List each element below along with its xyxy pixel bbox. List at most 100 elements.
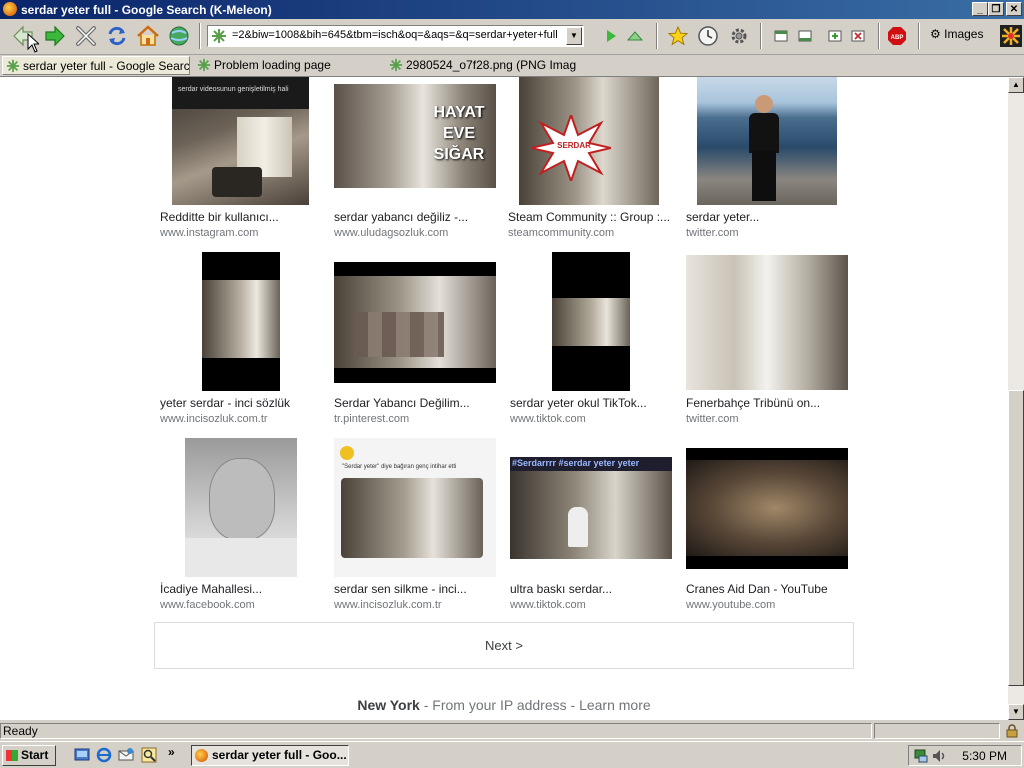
preferences-button[interactable] xyxy=(726,23,752,49)
scroll-up-arrow[interactable]: ▲ xyxy=(1008,77,1024,93)
window-prev-icon xyxy=(774,30,788,42)
scroll-down-arrow[interactable]: ▼ xyxy=(1008,704,1024,720)
close-button[interactable]: ✕ xyxy=(1006,2,1022,16)
url-text[interactable]: =2&biw=1008&bih=645&tbm=isch&oq=&aqs=&q=… xyxy=(232,29,562,41)
images-toggle-button[interactable]: ⚙ Images xyxy=(930,27,983,41)
result-source[interactable]: tr.pinterest.com xyxy=(334,413,409,425)
result-caption[interactable]: serdar sen silkme - inci... xyxy=(334,582,467,596)
bookmarks-button[interactable] xyxy=(665,23,691,49)
result-thumbnail[interactable] xyxy=(686,448,848,569)
url-dropdown-button[interactable]: ▼ xyxy=(566,27,582,45)
go-button[interactable] xyxy=(166,23,192,49)
scroll-up-button[interactable] xyxy=(622,23,648,49)
forward-button[interactable] xyxy=(42,23,68,49)
go-arrow-button[interactable] xyxy=(598,23,624,49)
kmeleon-throbber xyxy=(997,23,1024,49)
result-source[interactable]: www.incisozluk.com.tr xyxy=(334,599,442,611)
taskbar-item-kmeleon[interactable]: serdar yeter full - Goo... xyxy=(191,745,349,766)
clock-icon xyxy=(698,26,718,46)
result-source[interactable]: twitter.com xyxy=(686,413,739,425)
result-caption[interactable]: serdar yabancı değiliz -... xyxy=(334,210,468,224)
outlook-express-icon[interactable] xyxy=(118,747,134,763)
adblock-button[interactable]: ABP xyxy=(884,23,910,49)
tray-clock[interactable]: 5:30 PM xyxy=(962,749,1007,763)
volume-tray-icon[interactable] xyxy=(931,748,947,764)
result-caption[interactable]: serdar yeter okul TikTok... xyxy=(510,396,647,410)
home-button[interactable] xyxy=(135,23,161,49)
tab-google-search[interactable]: serdar yeter full - Google Search xyxy=(2,56,190,75)
reload-button[interactable] xyxy=(104,23,130,49)
result-thumbnail[interactable]: "Serdar yeter" diye bağıran genç intihar… xyxy=(334,438,496,577)
scrollbar-thumb[interactable] xyxy=(1008,390,1024,686)
result-caption[interactable]: Fenerbahçe Tribünü on... xyxy=(686,396,820,410)
thumbnail-overlay-text: "Serdar yeter" diye bağıran genç intihar… xyxy=(342,464,457,470)
result-thumbnail[interactable] xyxy=(334,262,496,383)
result-caption[interactable]: İcadiye Mahallesi... xyxy=(160,582,262,596)
result-thumbnail[interactable]: serdar videosunun genişletilmiş hali xyxy=(172,77,309,205)
result-source[interactable]: www.instagram.com xyxy=(160,227,258,239)
window-next-icon xyxy=(798,30,812,42)
thumbnail-overlay-text: #Serdarrrr #serdar yeter yeter xyxy=(512,458,640,468)
vertical-scrollbar[interactable]: ▲ ▼ xyxy=(1008,77,1024,720)
restore-button[interactable]: ❐ xyxy=(988,2,1004,16)
toolbar-separator xyxy=(760,23,762,49)
result-source[interactable]: www.youtube.com xyxy=(686,599,775,611)
minimize-button[interactable]: _ xyxy=(972,2,988,16)
page-content: serdar videosunun genişletilmiş hali Red… xyxy=(0,77,1008,720)
learn-more-link[interactable]: Learn more xyxy=(579,697,651,713)
network-tray-icon[interactable] xyxy=(913,748,929,764)
taskbar-item-label: serdar yeter full - Goo... xyxy=(212,748,347,762)
result-source[interactable]: www.incisozluk.com.tr xyxy=(160,413,268,425)
result-source[interactable]: twitter.com xyxy=(686,227,739,239)
result-source[interactable]: www.tiktok.com xyxy=(510,599,586,611)
history-button[interactable] xyxy=(695,23,721,49)
stop-button[interactable] xyxy=(73,23,99,49)
show-desktop-icon[interactable] xyxy=(74,747,90,763)
system-tray: 5:30 PM xyxy=(908,745,1022,766)
layer-prev-button[interactable] xyxy=(768,23,794,49)
result-source[interactable]: www.uludagsozluk.com xyxy=(334,227,448,239)
result-thumbnail[interactable]: SERDAR xyxy=(519,77,659,205)
google-favicon-icon xyxy=(212,29,226,43)
result-source[interactable]: www.facebook.com xyxy=(160,599,255,611)
kmeleon-app-icon[interactable] xyxy=(3,2,17,16)
result-caption[interactable]: Serdar Yabancı Değilim... xyxy=(334,396,470,410)
result-source[interactable]: steamcommunity.com xyxy=(508,227,614,239)
result-caption[interactable]: yeter serdar - inci sözlük xyxy=(160,396,290,410)
url-bar[interactable]: =2&biw=1008&bih=645&tbm=isch&oq=&aqs=&q=… xyxy=(207,25,584,47)
tab-label: Problem loading page xyxy=(214,58,331,72)
tab-png-image[interactable]: 2980524_o7f28.png (PNG Imag... xyxy=(386,56,576,75)
result-thumbnail[interactable] xyxy=(686,255,848,390)
layer-next-button[interactable] xyxy=(792,23,818,49)
result-thumbnail[interactable] xyxy=(202,252,280,391)
search-magnifier-icon[interactable] xyxy=(141,747,157,763)
up-triangle-icon xyxy=(626,31,644,41)
next-page-button[interactable]: Next > xyxy=(154,622,854,669)
result-thumbnail[interactable]: HAYAT EVE SIĞAR xyxy=(334,84,496,188)
result-caption[interactable]: ultra baskı serdar... xyxy=(510,582,612,596)
tab-problem-loading[interactable]: Problem loading page xyxy=(194,56,384,75)
stop-x-icon xyxy=(76,26,96,46)
result-source[interactable]: www.tiktok.com xyxy=(510,413,586,425)
result-thumbnail[interactable] xyxy=(552,252,630,391)
result-thumbnail[interactable] xyxy=(697,77,837,205)
result-caption[interactable]: Redditte bir kullanıcı... xyxy=(160,210,279,224)
forward-arrow-icon xyxy=(45,25,65,47)
title-bar: serdar yeter full - Google Search (K-Mel… xyxy=(0,0,1024,19)
toolbar-separator xyxy=(199,23,201,49)
result-caption[interactable]: serdar yeter... xyxy=(686,210,759,224)
navigation-toolbar: =2&biw=1008&bih=645&tbm=isch&oq=&aqs=&q=… xyxy=(0,19,1024,55)
status-panel xyxy=(874,723,1000,739)
page-favicon-icon xyxy=(197,58,211,72)
quicklaunch-chevron-icon[interactable]: » xyxy=(168,745,175,759)
result-thumbnail[interactable] xyxy=(185,438,297,577)
adblock-icon: ABP xyxy=(888,27,906,45)
start-button[interactable]: Start xyxy=(2,745,56,766)
result-caption[interactable]: Steam Community :: Group :... xyxy=(508,210,670,224)
gear-icon xyxy=(731,28,747,44)
close-layer-button[interactable] xyxy=(845,23,871,49)
kmeleon-task-icon xyxy=(195,749,208,762)
internet-explorer-icon[interactable] xyxy=(96,747,112,763)
result-thumbnail[interactable]: #Serdarrrr #serdar yeter yeter xyxy=(510,457,672,559)
result-caption[interactable]: Cranes Aid Dan - YouTube xyxy=(686,582,828,596)
